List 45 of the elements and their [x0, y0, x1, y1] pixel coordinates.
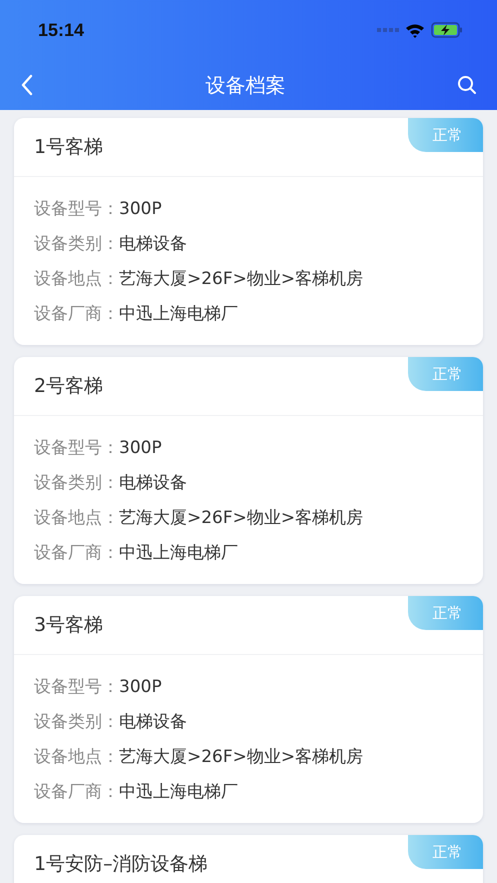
status-time: 15:14 [38, 20, 84, 40]
page-title: 设备档案 [206, 72, 286, 98]
field-label: 设备地点： [34, 268, 119, 290]
wifi-icon [405, 22, 425, 38]
battery-icon [431, 22, 463, 38]
device-card[interactable]: 3号客梯 正常 设备型号：300P 设备类别：电梯设备 设备地点：艺海大厦>26F>物业>客梯机房 设备厂商：中迅上海电梯厂 [14, 596, 483, 823]
field-value: 300P [119, 676, 162, 696]
status-badge: 正常 [408, 835, 483, 869]
field-value: 电梯设备 [119, 233, 187, 255]
field-value: 300P [119, 198, 162, 218]
device-card[interactable]: 1号客梯 正常 设备型号：300P 设备类别：电梯设备 设备地点：艺海大厦>26F>物业>客梯机房 设备厂商：中迅上海电梯厂 [14, 118, 483, 345]
device-title: 1号客梯 [34, 135, 104, 160]
field-label: 设备厂商： [34, 542, 119, 564]
field-value: 电梯设备 [119, 472, 187, 494]
status-badge: 正常 [408, 118, 483, 152]
device-card[interactable]: 2号客梯 正常 设备型号：300P 设备类别：电梯设备 设备地点：艺海大厦>26F>物业>客梯机房 设备厂商：中迅上海电梯厂 [14, 357, 483, 584]
back-icon [20, 74, 34, 96]
field-label: 设备厂商： [34, 781, 119, 803]
signal-icon [377, 28, 399, 32]
search-button[interactable] [457, 75, 477, 95]
field-label: 设备型号： [34, 437, 119, 459]
field-label: 设备类别： [34, 233, 119, 255]
device-card[interactable]: 1号安防–消防设备梯 正常 [14, 835, 483, 883]
field-value: 中迅上海电梯厂 [119, 781, 238, 803]
field-label: 设备厂商： [34, 303, 119, 325]
field-label: 设备地点： [34, 746, 119, 768]
device-title: 2号客梯 [34, 374, 104, 399]
field-value: 艺海大厦>26F>物业>客梯机房 [119, 507, 364, 529]
search-icon [457, 75, 477, 95]
field-value: 艺海大厦>26F>物业>客梯机房 [119, 746, 364, 768]
field-label: 设备地点： [34, 507, 119, 529]
status-badge: 正常 [408, 357, 483, 391]
field-label: 设备型号： [34, 676, 119, 698]
field-label: 设备类别： [34, 472, 119, 494]
status-badge: 正常 [408, 596, 483, 630]
field-value: 电梯设备 [119, 711, 187, 733]
field-label: 设备型号： [34, 198, 119, 220]
field-value: 艺海大厦>26F>物业>客梯机房 [119, 268, 364, 290]
field-label: 设备类别： [34, 711, 119, 733]
field-value: 300P [119, 438, 162, 458]
device-title: 1号安防–消防设备梯 [34, 852, 208, 877]
back-button[interactable] [20, 74, 34, 96]
device-title: 3号客梯 [34, 613, 104, 638]
field-value: 中迅上海电梯厂 [119, 303, 238, 325]
field-value: 中迅上海电梯厂 [119, 542, 238, 564]
